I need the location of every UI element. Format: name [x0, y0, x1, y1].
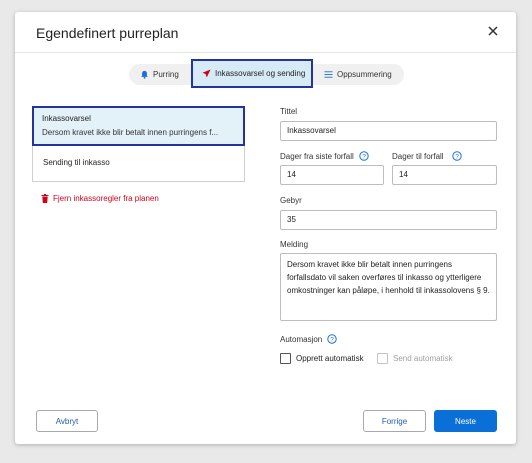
dialog-title: Egendefinert purreplan [36, 25, 179, 41]
help-icon[interactable]: ? [452, 151, 462, 161]
cancel-button[interactable]: Avbryt [36, 410, 98, 432]
rule-name: Inkassovarsel [42, 114, 91, 123]
step-purring[interactable]: Purring [140, 64, 179, 85]
message-field[interactable]: Dersom kravet ikke blir betalt innen pur… [280, 253, 497, 321]
auto-create-label: Opprett automatisk [296, 354, 364, 363]
step-navigation: Purring Inkassovarsel og sending Oppsumm… [129, 59, 404, 88]
step-label: Inkassovarsel og sending [215, 69, 306, 78]
days-due-label: Dager til forfall [392, 152, 444, 161]
checkbox-box[interactable] [280, 353, 291, 364]
step-inkassovarsel[interactable]: Inkassovarsel og sending [191, 59, 313, 88]
step-oppsummering[interactable]: Oppsummering [324, 64, 392, 85]
previous-button[interactable]: Forrige [363, 410, 426, 432]
trash-icon [41, 194, 49, 203]
step-label: Oppsummering [337, 70, 392, 79]
auto-send-label: Send automatisk [393, 354, 453, 363]
fee-label: Gebyr [280, 196, 302, 205]
rule-item-sending-til-inkasso[interactable]: Sending til inkasso [32, 146, 245, 182]
title-label: Tittel [280, 107, 298, 116]
dialog: Egendefinert purreplan Purring Inkassova… [15, 12, 516, 444]
next-button[interactable]: Neste [434, 410, 497, 432]
auto-create-checkbox[interactable]: Opprett automatisk [280, 353, 364, 364]
send-icon [202, 69, 211, 78]
rule-description: Dersom kravet ikke blir betalt innen pur… [42, 128, 219, 137]
close-icon[interactable] [486, 24, 500, 38]
message-label: Melding [280, 240, 309, 249]
rule-name: Sending til inkasso [43, 158, 110, 167]
title-field[interactable]: Inkassovarsel [280, 121, 497, 141]
svg-text:?: ? [362, 153, 366, 160]
help-icon[interactable]: ? [327, 334, 337, 344]
fee-field[interactable]: 35 [280, 210, 497, 230]
rule-item-inkassovarsel[interactable]: Inkassovarsel Dersom kravet ikke blir be… [32, 106, 245, 146]
auto-send-checkbox: Send automatisk [377, 353, 453, 364]
remove-collection-rules-link[interactable]: Fjern inkassoregler fra planen [41, 194, 159, 203]
svg-text:?: ? [330, 336, 334, 343]
days-last-due-field[interactable]: 14 [280, 165, 384, 185]
automation-label: Automasjon [280, 335, 323, 344]
rule-list: Inkassovarsel Dersom kravet ikke blir be… [32, 106, 245, 182]
svg-text:?: ? [455, 153, 459, 160]
header-divider [15, 52, 516, 53]
days-due-field[interactable]: 14 [392, 165, 497, 185]
help-icon[interactable]: ? [359, 151, 369, 161]
step-label: Purring [153, 70, 179, 79]
remove-link-label: Fjern inkassoregler fra planen [53, 194, 159, 203]
days-last-due-label: Dager fra siste forfall [280, 152, 354, 161]
bell-icon [141, 70, 148, 79]
list-icon [324, 71, 333, 78]
checkbox-box [377, 353, 388, 364]
